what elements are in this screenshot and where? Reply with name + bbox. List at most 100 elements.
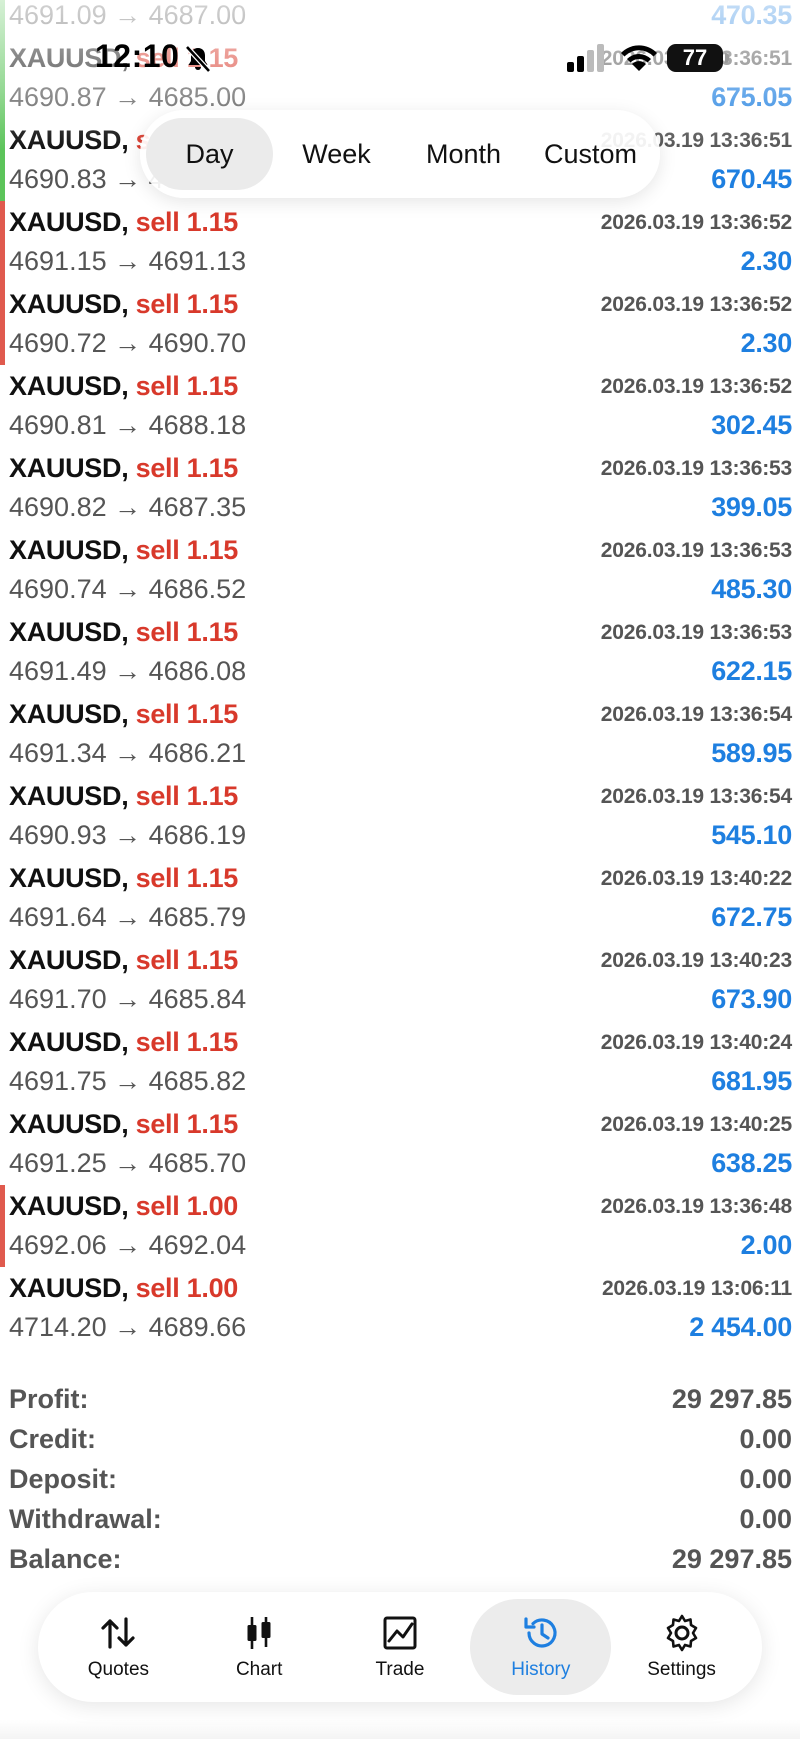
deal-result-bar [0, 775, 5, 857]
deal-result-bar [0, 611, 5, 693]
cellular-signal-icon [567, 44, 604, 72]
tab-history[interactable]: History [470, 1599, 612, 1695]
deal-symbol: XAUUSD, [9, 699, 129, 729]
deal-profit: 2.30 [740, 246, 793, 276]
deal-result-bar [0, 857, 5, 939]
tab-label: Trade [375, 1659, 425, 1680]
deal-result-bar [0, 119, 5, 201]
deal-prices: 4691.75 → 4685.82 [9, 1066, 247, 1096]
deal-prices: 4690.82 → 4687.35 [9, 492, 247, 522]
deal-prices: 4691.34 → 4686.21 [9, 738, 247, 768]
deal-row[interactable]: XAUUSD, sell 1.15 2026.03.19 13:36:52 4691… [0, 201, 800, 283]
period-tab-month[interactable]: Month [400, 118, 527, 190]
deal-time: 2026.03.19 13:36:52 [600, 211, 792, 234]
deal-profit: 545.10 [711, 820, 792, 850]
deal-row[interactable]: XAUUSD, sell 1.15 2026.03.19 13:40:24 4691… [0, 1021, 800, 1103]
deal-profit: 675.05 [711, 82, 792, 112]
deal-row[interactable]: XAUUSD, sell 1.15 2026.03.19 13:36:53 4690… [0, 447, 800, 529]
tab-chart[interactable]: Chart [189, 1599, 330, 1695]
battery-indicator: 77 [667, 44, 729, 72]
deal-symbol: XAUUSD, [9, 1191, 129, 1221]
deal-profit: 2.30 [740, 328, 793, 358]
summary-value: 0.00 [739, 1424, 792, 1454]
deal-row[interactable]: XAUUSD, sell 1.15 2026.03.19 13:40:25 4691… [0, 1103, 800, 1185]
deal-prices: 4691.64 → 4685.79 [9, 902, 247, 932]
deal-profit: 2.00 [740, 1230, 793, 1260]
deal-side-volume: sell 1.00 [135, 1191, 239, 1221]
deal-row[interactable]: XAUUSD, sell 1.15 2026.03.19 13:40:23 4691… [0, 939, 800, 1021]
deal-title: XAUUSD, sell 1.00 [9, 1273, 238, 1304]
deal-row[interactable]: XAUUSD, sell 1.00 2026.03.19 13:06:11 4714… [0, 1267, 800, 1349]
deal-profit: 638.25 [711, 1148, 792, 1178]
chart-icon [247, 1617, 271, 1649]
period-tab-day[interactable]: Day [146, 118, 273, 190]
deal-symbol: XAUUSD, [9, 1273, 129, 1303]
deal-prices: 4690.72 → 4690.70 [9, 328, 247, 358]
deal-profit: 670.45 [711, 164, 792, 194]
deal-profit: 672.75 [711, 902, 792, 932]
summary-value: 0.00 [739, 1464, 792, 1494]
deal-result-bar [0, 447, 5, 529]
wifi-icon [621, 45, 657, 71]
deal-row[interactable]: XAUUSD, sell 1.15 2026.03.19 13:36:52 4690… [0, 283, 800, 365]
deal-side-volume: sell 1.15 [135, 1109, 239, 1139]
deal-side-volume: sell 1.15 [135, 371, 239, 401]
deal-title: XAUUSD, sell 1.15 [9, 1027, 238, 1058]
deal-side-volume: sell 1.15 [135, 945, 239, 975]
deal-result-bar [0, 693, 5, 775]
tab-label: Settings [647, 1659, 716, 1680]
summary-label: Credit: [9, 1424, 96, 1454]
deal-time: 2026.03.19 13:36:53 [600, 457, 792, 480]
deal-time: 2026.03.19 13:40:22 [600, 867, 792, 890]
deal-result-bar [0, 529, 5, 611]
deal-prices: 4714.20 → 4689.66 [9, 1312, 247, 1342]
deal-time: 2026.03.19 13:36:53 [600, 539, 792, 562]
deal-side-volume: sell 1.15 [135, 781, 239, 811]
deal-result-bar [0, 1103, 5, 1185]
deal-side-volume: sell 1.15 [135, 453, 239, 483]
deal-profit: 681.95 [711, 1066, 792, 1096]
summary-row-profit: Profit: 29 297.85 [0, 1382, 800, 1422]
deal-result-bar [0, 283, 5, 365]
period-tab-week[interactable]: Week [273, 118, 400, 190]
deal-time: 2026.03.19 13:40:23 [600, 949, 792, 972]
deal-result-bar [0, 0, 5, 37]
deal-prices: 4690.81 → 4688.18 [9, 410, 247, 440]
deal-symbol: XAUUSD, [9, 535, 129, 565]
tab-label: History [511, 1659, 571, 1680]
deal-prices: 4691.09 → 4687.00 [9, 0, 247, 30]
summary-row-balance: Balance: 29 297.85 [0, 1542, 800, 1582]
deal-side-volume: sell 1.15 [135, 535, 239, 565]
deal-profit: 673.90 [711, 984, 792, 1014]
deal-symbol: XAUUSD, [9, 863, 129, 893]
deal-row[interactable]: XAUUSD, sell 1.00 2026.03.19 13:36:48 4692… [0, 1185, 800, 1267]
deal-row[interactable]: XAUUSD, sell 1.15 2026.03.19 13:40:22 4691… [0, 857, 800, 939]
deal-side-volume: sell 1.15 [135, 699, 239, 729]
deal-row[interactable]: XAUUSD, sell 1.152026.03.19 13:36:514691… [0, 0, 800, 37]
summary-row-withdrawal: Withdrawal: 0.00 [0, 1502, 800, 1542]
deal-title: XAUUSD, sell 1.15 [9, 207, 238, 238]
deal-row[interactable]: XAUUSD, sell 1.15 2026.03.19 13:36:53 4691… [0, 611, 800, 693]
deal-symbol: XAUUSD, [9, 207, 129, 237]
deal-title: XAUUSD, sell 1.15 [9, 781, 238, 812]
deal-title: XAUUSD, sell 1.00 [9, 1191, 238, 1222]
summary-row-deposit: Deposit: 0.00 [0, 1462, 800, 1502]
deal-side-volume: sell 1.15 [135, 289, 239, 319]
trade-icon [383, 1616, 417, 1650]
tab-quotes[interactable]: Quotes [48, 1599, 189, 1695]
tab-settings[interactable]: Settings [611, 1599, 752, 1695]
bottom-tab-bar: Quotes Chart Trade History Settings [38, 1592, 762, 1702]
deal-result-bar [0, 1185, 5, 1267]
deal-row[interactable]: XAUUSD, sell 1.15 2026.03.19 13:36:52 4690… [0, 365, 800, 447]
period-tab-custom[interactable]: Custom [527, 118, 654, 190]
deal-row[interactable]: XAUUSD, sell 1.15 2026.03.19 13:36:53 4690… [0, 529, 800, 611]
deal-row[interactable]: XAUUSD, sell 1.15 2026.03.19 13:36:54 4691… [0, 693, 800, 775]
deal-result-bar [0, 201, 5, 283]
summary-label: Profit: [9, 1384, 89, 1414]
summary-value: 0.00 [739, 1504, 792, 1534]
deal-prices: 4691.70 → 4685.84 [9, 984, 247, 1014]
deal-time: 2026.03.19 13:36:48 [600, 1195, 792, 1218]
deal-row[interactable]: XAUUSD, sell 1.15 2026.03.19 13:36:54 4690… [0, 775, 800, 857]
deal-result-bar [0, 1267, 5, 1349]
tab-trade[interactable]: Trade [330, 1599, 471, 1695]
